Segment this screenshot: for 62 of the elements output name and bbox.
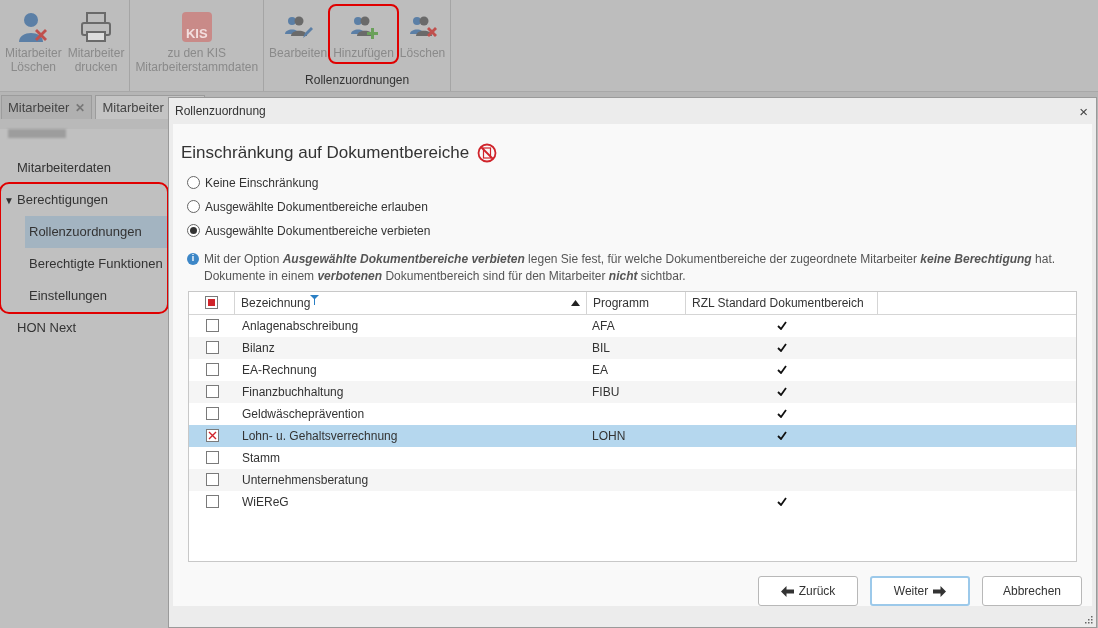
table-cell-text: BIL: [591, 339, 611, 357]
table-cell-text: FIBU: [591, 383, 621, 401]
arrow-left-icon: [780, 585, 794, 597]
info-icon: i: [187, 252, 199, 265]
row-checkbox[interactable]: [205, 363, 219, 376]
sidebar-subitem[interactable]: Einstellungen: [25, 280, 167, 312]
info-text: Mit der Option Ausgewählte Dokumentbereiche verbieten legen Sie fest, für welche Dokumentbereiche der zugeordnete Mitarbeiter keine Berechtigung hat. Dokumente in einem verbotenen Dokumentbereich sind für den Mitarbeiter nicht sichtbar.: [204, 250, 1057, 285]
row-checkbox[interactable]: [205, 451, 219, 464]
close-button[interactable]: ×: [1077, 103, 1090, 119]
filter-icon[interactable]: [310, 294, 320, 305]
table-cell-text: Geldwäscheprävention: [241, 405, 366, 423]
table-row[interactable]: Lohn- u. Gehaltsverrechnung LOHN: [189, 424, 1076, 447]
sidebar-subitem[interactable]: Berechtigte Funktionen: [25, 248, 167, 280]
resize-grip-icon: [1085, 616, 1093, 624]
blurred-name: [8, 129, 66, 138]
table-cell-text: Bilanz: [241, 339, 276, 357]
next-button[interactable]: Weiter: [870, 576, 970, 606]
radio-option[interactable]: Ausgewählte Dokumentbereiche verbieten: [187, 221, 1084, 240]
arrow-right-icon: [933, 585, 947, 597]
table-cell-text: AFA: [591, 317, 616, 335]
table-row[interactable]: Unternehmensberatung: [189, 468, 1076, 491]
row-checkbox[interactable]: [205, 473, 219, 486]
row-checkbox[interactable]: [205, 341, 219, 354]
table-cell-text: Unternehmensberatung: [241, 471, 370, 489]
row-checkbox[interactable]: [205, 407, 219, 420]
sidebar-item[interactable]: ▼ Berechtigungen: [1, 184, 167, 216]
back-button[interactable]: Zurück: [758, 576, 858, 606]
select-all-checkbox[interactable]: [205, 296, 218, 309]
document-tab[interactable]: Mitarbeiter ✕: [1, 95, 93, 119]
table-cell-text: Stamm: [241, 449, 281, 467]
column-header[interactable]: Programm: [587, 291, 686, 314]
sidebar-item[interactable]: HON Next: [1, 312, 167, 344]
kis-logo: KIS: [181, 12, 212, 42]
sidebar-subitem[interactable]: Rollenzuordnungen: [25, 216, 167, 248]
sidebar-item[interactable]: Mitarbeiterdaten: [1, 152, 167, 184]
table-cell-text: Lohn- u. Gehaltsverrechnung: [241, 427, 399, 445]
table-cell-text: EA: [591, 361, 609, 379]
table-cell-text: EA-Rechnung: [241, 361, 318, 379]
table-cell-text: Finanzbuchhaltung: [241, 383, 345, 401]
table-row[interactable]: Bilanz BIL: [189, 336, 1076, 359]
radio-option[interactable]: Ausgewählte Dokumentbereiche erlauben: [187, 197, 1084, 216]
printer-icon: [79, 10, 114, 44]
table-cell-text: Anlagenabschreibung: [241, 317, 360, 335]
row-checkbox[interactable]: [205, 495, 219, 508]
column-header[interactable]: Bezeichnung: [235, 291, 587, 314]
no-document-icon: [477, 142, 498, 163]
cancel-button[interactable]: Abbrechen: [982, 576, 1082, 606]
sort-up-icon[interactable]: [571, 299, 580, 306]
row-checkbox[interactable]: [205, 429, 219, 442]
table-cell-text: LOHN: [591, 427, 627, 445]
people-edit-icon: [283, 14, 314, 40]
table-row[interactable]: Finanzbuchhaltung FIBU: [189, 380, 1076, 403]
column-header[interactable]: RZL Standard Dokumentbereich: [686, 291, 878, 314]
table-cell-text: WiEReG: [241, 493, 290, 511]
expanded-arrow-icon[interactable]: ▼: [1, 192, 17, 208]
section-heading: Einschränkung auf Dokumentbereiche: [181, 142, 470, 164]
radio-option[interactable]: Keine Einschränkung: [187, 173, 1084, 192]
people-add-icon: [348, 14, 379, 40]
row-checkbox[interactable]: [205, 319, 219, 332]
row-checkbox[interactable]: [205, 385, 219, 398]
group-title: Rollenzuordnungen: [304, 72, 411, 89]
people-remove-icon: [407, 14, 438, 40]
